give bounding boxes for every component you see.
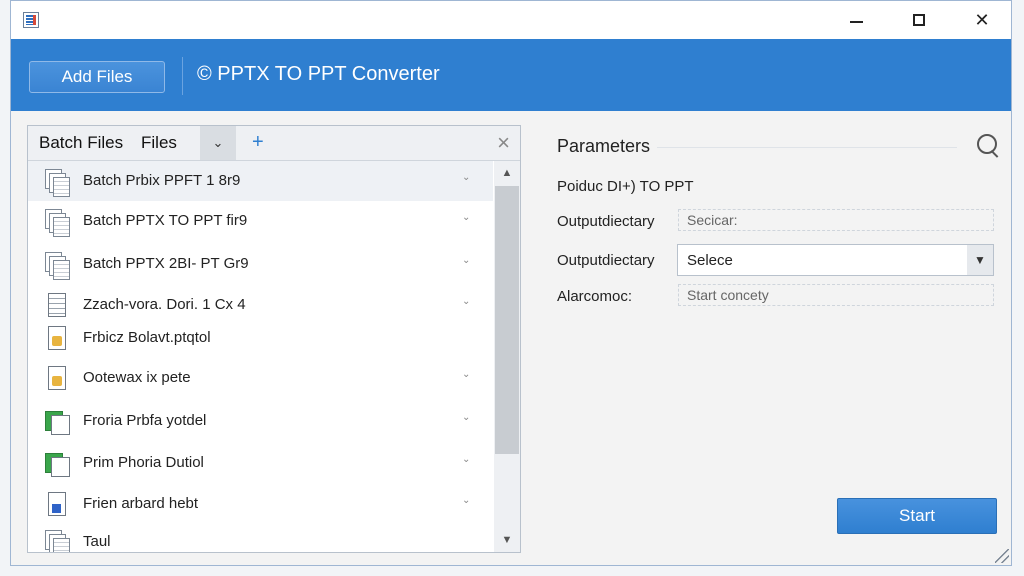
scroll-thumb[interactable] <box>495 186 519 454</box>
scroll-down-button[interactable]: ▼ <box>494 528 520 552</box>
row-chevron-down-icon[interactable]: ⌄ <box>462 255 470 266</box>
file-row-label: Frien arbard hebt <box>83 495 199 512</box>
app-window: ✕ Add Files © PPTX TO PPT Converter Batc… <box>10 0 1012 566</box>
row-chevron-down-icon[interactable]: ⌄ <box>462 172 470 183</box>
file-row-label: Frbicz Bolavt.ptqtol <box>83 329 211 346</box>
tab-batch-files[interactable]: Batch Files <box>39 133 123 153</box>
stacked-pages-icon <box>45 209 70 237</box>
row-chevron-down-icon[interactable]: ⌄ <box>462 212 470 223</box>
row-chevron-down-icon[interactable]: ⌄ <box>462 412 470 423</box>
parameters-title: Parameters <box>557 136 651 156</box>
title-bar: ✕ <box>11 1 1011 39</box>
file-row[interactable]: Froria Prbfa yotdel ⌄ <box>28 401 493 441</box>
parameters-panel: Parameters Poiduc DI+) TO PPT Outputdiec… <box>547 125 999 555</box>
maximize-icon <box>913 14 925 26</box>
file-row-label: Taul <box>83 533 111 550</box>
file-list-panel: Batch Files Files ⌄ + × Batch Prbix PPFT… <box>27 125 521 553</box>
file-row-label: Ootewax ix pete <box>83 369 191 386</box>
file-row[interactable]: Taul <box>28 522 493 552</box>
file-row[interactable]: Batch Prbix PPFT 1 8r9 ⌄ <box>28 161 493 201</box>
file-row-label: Batch Prbix PPFT 1 8r9 <box>83 172 241 189</box>
tab-bar: Batch Files Files ⌄ + × <box>28 126 520 161</box>
row-chevron-down-icon[interactable]: ⌄ <box>462 296 470 307</box>
add-tab-button[interactable]: + <box>252 131 264 154</box>
file-row-label: Prim Phoria Dutiol <box>83 454 204 471</box>
search-icon[interactable] <box>976 133 1002 159</box>
alarm-label: Alarcomoc: <box>557 288 633 305</box>
conversion-mode-label: Poiduc DI+) TO PPT <box>557 178 694 195</box>
file-list: Batch Prbix PPFT 1 8r9 ⌄ Batch PPTX TO PPT… <box>28 161 493 552</box>
yellow-doc-icon <box>45 366 69 392</box>
select-value: Selece <box>687 252 733 269</box>
green-window-icon <box>45 451 70 477</box>
header-divider <box>182 57 183 95</box>
close-panel-button[interactable]: × <box>497 130 510 156</box>
add-files-button[interactable]: Add Files <box>29 61 165 93</box>
green-window-icon <box>45 409 70 435</box>
file-row[interactable]: Frbicz Bolavt.ptqtol <box>28 318 493 358</box>
parameters-divider <box>657 147 957 148</box>
output-directory-field[interactable]: Secicar: <box>678 209 994 231</box>
stacked-pages-icon <box>45 530 70 552</box>
alarm-field[interactable]: Start concety <box>678 284 994 306</box>
chevron-down-icon: ⌄ <box>212 135 224 150</box>
tab-dropdown-button[interactable]: ⌄ <box>200 126 236 160</box>
output-directory-select-label: Outputdiectary <box>557 252 655 269</box>
start-button[interactable]: Start <box>837 498 997 534</box>
row-chevron-down-icon[interactable]: ⌄ <box>462 369 470 380</box>
blue-doc-icon <box>45 492 69 518</box>
output-directory-select[interactable]: Selece ▼ <box>677 244 994 276</box>
file-row[interactable]: Ootewax ix pete ⌄ <box>28 358 493 398</box>
close-icon: ✕ <box>974 9 990 30</box>
header-bar: Add Files © PPTX TO PPT Converter <box>11 39 1011 111</box>
scroll-up-icon: ▲ <box>501 167 513 179</box>
stacked-pages-icon <box>45 169 70 197</box>
file-row-label: Zzach-vora. Dori. 1 Cx 4 <box>83 296 246 313</box>
chevron-down-icon[interactable]: ▼ <box>967 245 993 275</box>
scroll-up-button[interactable]: ▲ <box>494 161 520 185</box>
scrollbar[interactable]: ▲ ▼ <box>494 161 520 552</box>
document-icon <box>45 293 69 319</box>
stacked-pages-icon <box>45 252 70 280</box>
file-row-label: Batch PPTX TO PPT fir9 <box>83 212 248 229</box>
row-chevron-down-icon[interactable]: ⌄ <box>462 454 470 465</box>
file-row-label: Batch PPTX 2BI- PT Gr9 <box>83 255 249 272</box>
app-icon <box>23 12 39 28</box>
file-row[interactable]: Batch PPTX 2BI- PT Gr9 ⌄ <box>28 244 493 284</box>
file-row[interactable]: Frien arbard hebt ⌄ <box>28 484 493 524</box>
yellow-doc-icon <box>45 326 69 352</box>
minimize-icon <box>849 21 863 23</box>
row-chevron-down-icon[interactable]: ⌄ <box>462 495 470 506</box>
file-row[interactable]: Batch PPTX TO PPT fir9 ⌄ <box>28 201 493 241</box>
close-button[interactable]: ✕ <box>962 5 1002 35</box>
file-row-label: Froria Prbfa yotdel <box>83 412 207 429</box>
app-title: © PPTX TO PPT Converter <box>197 63 440 85</box>
minimize-button[interactable] <box>836 5 876 35</box>
tab-files[interactable]: Files <box>141 133 177 153</box>
maximize-button[interactable] <box>899 5 939 35</box>
scroll-down-icon: ▼ <box>501 534 513 546</box>
file-row[interactable]: Prim Phoria Dutiol ⌄ <box>28 443 493 483</box>
resize-grip-icon[interactable] <box>995 549 1009 563</box>
output-directory-label: Outputdiectary <box>557 213 655 230</box>
